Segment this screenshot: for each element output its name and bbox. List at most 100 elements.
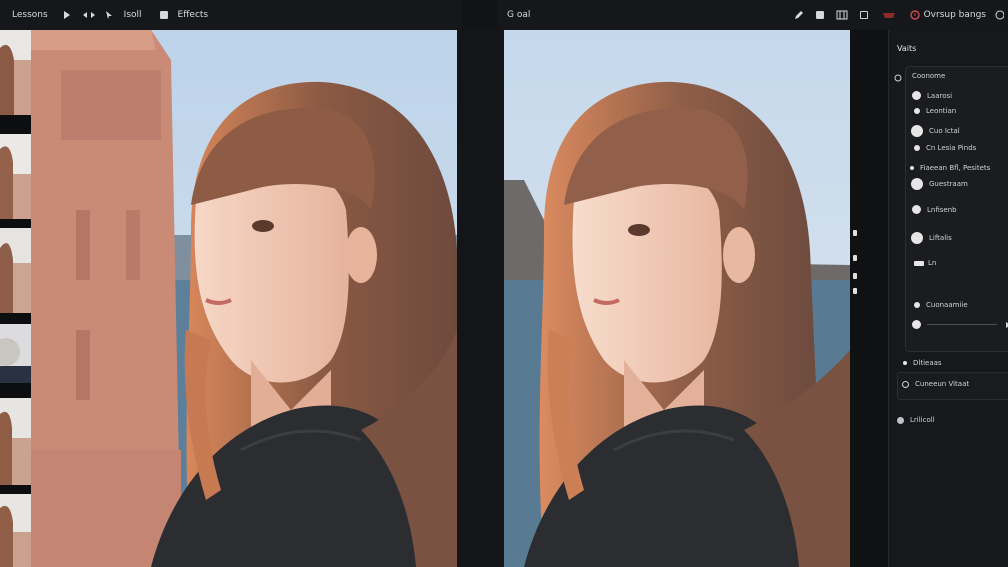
adjust-item-label: Ln bbox=[928, 259, 937, 267]
red-tool-button[interactable] bbox=[882, 10, 900, 20]
toggle-dot-icon[interactable] bbox=[912, 205, 921, 214]
gutter-marker bbox=[853, 230, 857, 236]
original-image-viewer[interactable] bbox=[31, 30, 457, 567]
viewer-divider[interactable] bbox=[457, 30, 504, 567]
adjust-item[interactable]: Guestraam bbox=[911, 178, 968, 190]
gutter-marker bbox=[853, 255, 857, 261]
adjust-item-label: Lnfisenb bbox=[927, 205, 957, 214]
adjust-item-label: Fiaeean Bfl, Pesitets bbox=[920, 164, 991, 172]
toggle-dot-icon[interactable] bbox=[914, 145, 920, 151]
portrait-image-original bbox=[31, 30, 457, 567]
more-button[interactable] bbox=[994, 10, 1008, 20]
arrow-tool-button[interactable] bbox=[62, 10, 76, 20]
viewer-scroll-gutter[interactable] bbox=[850, 30, 888, 567]
frame-button[interactable] bbox=[859, 11, 872, 19]
adjustments-box: Coonome Laarosi Leontian Cuo Ictal Cn Le… bbox=[905, 66, 1008, 352]
adjust-item[interactable]: Cuo Ictal bbox=[911, 125, 960, 137]
toggle-dot-icon[interactable] bbox=[912, 91, 921, 100]
grid-button[interactable] bbox=[836, 10, 852, 20]
layers-button[interactable] bbox=[815, 11, 828, 19]
toggle-dot-icon[interactable] bbox=[911, 178, 923, 190]
slider-track[interactable] bbox=[927, 324, 997, 325]
isoll-button[interactable]: Isoll bbox=[104, 10, 142, 20]
filmstrip bbox=[0, 30, 31, 567]
warning-icon bbox=[909, 10, 920, 20]
adjust-item-label: Laarosi bbox=[927, 91, 953, 100]
adjust-item[interactable]: Fiaeean Bfl, Pesitets bbox=[910, 164, 990, 172]
section-item[interactable]: Cuneeun Vitaat bbox=[902, 380, 969, 388]
arrow-icon bbox=[63, 11, 70, 19]
section-item-label: Lrilicoll bbox=[910, 416, 935, 424]
section-item-label: Dltieaas bbox=[913, 359, 942, 367]
gutter-marker bbox=[853, 273, 857, 279]
adjust-item[interactable]: Ln bbox=[914, 259, 936, 267]
toggle-dot-icon[interactable] bbox=[914, 302, 920, 308]
adjust-item-label: Leontian bbox=[926, 107, 957, 115]
circle-icon bbox=[995, 10, 1004, 20]
document-tab[interactable]: G oal bbox=[507, 10, 530, 20]
crop-tool-button[interactable] bbox=[82, 10, 100, 20]
swatch-icon bbox=[914, 260, 924, 266]
gutter-marker bbox=[853, 288, 857, 294]
document-title: G oal bbox=[507, 10, 531, 20]
panel-header-label: Coonome bbox=[912, 72, 946, 80]
layers-icon bbox=[815, 11, 824, 19]
left-toolbar: Lessons Isoll Effects bbox=[0, 0, 462, 30]
section-box: Cuneeun Vitaat bbox=[897, 372, 1008, 400]
adjust-item[interactable]: Liftalis bbox=[911, 232, 952, 244]
section-item[interactable]: Dltieaas bbox=[903, 359, 942, 367]
toolbar-label-effects: Effects bbox=[177, 10, 209, 20]
adjust-item[interactable]: Leontian bbox=[914, 107, 956, 115]
edited-image-viewer[interactable] bbox=[504, 30, 850, 567]
panel-title: Vaits bbox=[897, 44, 917, 53]
mask-icon bbox=[882, 13, 895, 18]
radio-icon[interactable] bbox=[902, 380, 909, 388]
filmstrip-thumb[interactable] bbox=[0, 228, 31, 318]
toolbar-label-lessons: Lessons bbox=[12, 10, 48, 20]
adjust-item-label: Cuonaamiie bbox=[926, 301, 968, 309]
brush-tool-button[interactable] bbox=[794, 10, 808, 20]
effects-button[interactable]: Effects bbox=[159, 10, 209, 20]
toggle-dot-icon[interactable] bbox=[910, 166, 914, 170]
filmstrip-thumb[interactable] bbox=[0, 324, 31, 388]
filmstrip-thumb[interactable] bbox=[0, 494, 31, 567]
adjust-item[interactable]: Cn Lesia Pinds bbox=[914, 144, 976, 152]
collapse-icon[interactable] bbox=[894, 74, 902, 82]
adjust-item[interactable]: Cuonaamiie bbox=[914, 301, 968, 309]
action-label: Ovrsup bangs bbox=[923, 10, 986, 20]
crop-icon bbox=[82, 12, 95, 18]
filmstrip-thumb[interactable] bbox=[0, 134, 31, 224]
toggle-dot-icon[interactable] bbox=[911, 125, 923, 137]
lessons-menu[interactable]: Lessons bbox=[12, 10, 48, 20]
section-item[interactable]: Lrilicoll bbox=[897, 416, 935, 424]
bullet-icon bbox=[903, 361, 907, 365]
section-item-label: Cuneeun Vitaat bbox=[915, 380, 970, 388]
thumb-image bbox=[0, 494, 31, 567]
adjust-item-label: Liftalis bbox=[929, 234, 952, 242]
grid-icon bbox=[836, 10, 848, 20]
right-toolbar: G oal Ovrsup bangs bbox=[497, 0, 1008, 30]
thumb-image bbox=[0, 398, 31, 485]
thumb-image bbox=[0, 134, 31, 219]
effects-icon bbox=[159, 11, 168, 19]
bullet-icon bbox=[897, 416, 904, 424]
filmstrip-thumb[interactable] bbox=[0, 398, 31, 490]
pointer-icon bbox=[105, 11, 112, 19]
slider-knob-icon[interactable] bbox=[912, 320, 921, 329]
overexpose-bangs-button[interactable]: Ovrsup bangs bbox=[909, 10, 986, 20]
adjust-item-label: Cuo Ictal bbox=[929, 127, 960, 135]
adjust-item-label: Cn Lesia Pinds bbox=[926, 144, 977, 152]
slider-row[interactable] bbox=[912, 320, 1008, 329]
toggle-dot-icon[interactable] bbox=[914, 108, 920, 114]
frame-icon bbox=[859, 11, 868, 19]
adjust-item[interactable]: Laarosi bbox=[912, 91, 952, 100]
thumb-image bbox=[0, 30, 31, 115]
panel-header: Coonome bbox=[912, 72, 945, 80]
thumb-image bbox=[0, 228, 31, 313]
toggle-dot-icon[interactable] bbox=[911, 232, 923, 244]
thumb-image bbox=[0, 324, 31, 383]
adjust-item-label: Guestraam bbox=[929, 180, 968, 188]
brush-icon bbox=[794, 11, 803, 19]
filmstrip-thumb[interactable] bbox=[0, 30, 31, 120]
adjust-item[interactable]: Lnfisenb bbox=[912, 205, 957, 214]
